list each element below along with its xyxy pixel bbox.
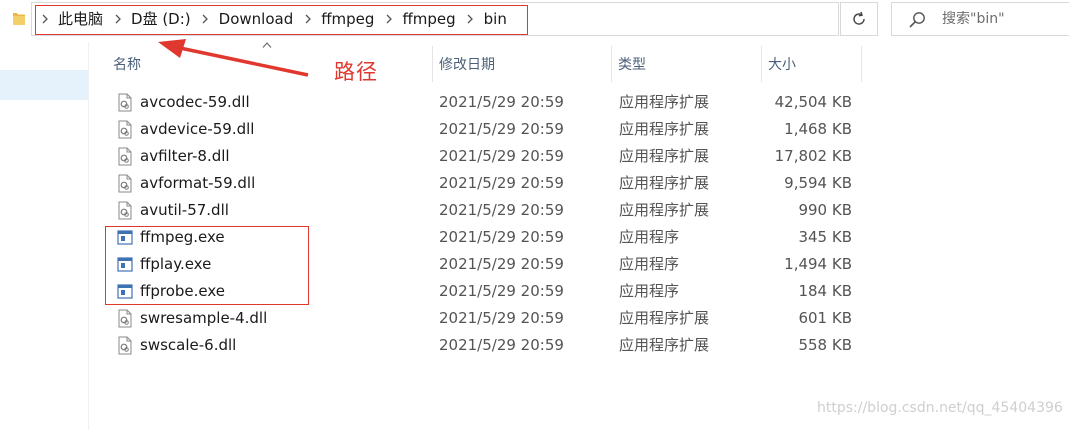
breadcrumb-item[interactable]: bin bbox=[478, 3, 515, 35]
file-size: 1,468 KB bbox=[784, 120, 852, 138]
file-row[interactable]: swscale-6.dll 2021/5/29 20:59 应用程序扩展 558 KB bbox=[106, 332, 866, 359]
file-size: 17,802 KB bbox=[774, 147, 852, 165]
chevron-right-icon[interactable] bbox=[38, 3, 52, 35]
file-name: avutil-57.dll bbox=[140, 201, 229, 219]
dll-file-icon bbox=[117, 309, 133, 328]
folder-icon bbox=[13, 13, 25, 25]
file-row[interactable]: ffprobe.exe 2021/5/29 20:59 应用程序 184 KB bbox=[106, 278, 866, 305]
nav-selected-item[interactable] bbox=[0, 70, 88, 100]
search-placeholder: 搜索"bin" bbox=[942, 11, 1005, 27]
file-date: 2021/5/29 20:59 bbox=[439, 309, 564, 327]
dll-file-icon bbox=[117, 120, 133, 139]
file-type: 应用程序扩展 bbox=[619, 120, 710, 138]
column-header-date[interactable]: 修改日期 bbox=[432, 50, 612, 80]
file-size: 990 KB bbox=[798, 201, 852, 219]
file-name: avformat-59.dll bbox=[140, 174, 256, 192]
file-row[interactable]: avdevice-59.dll 2021/5/29 20:59 应用程序扩展 1,46… bbox=[106, 116, 866, 143]
file-type: 应用程序 bbox=[619, 228, 680, 246]
chevron-right-icon[interactable] bbox=[199, 3, 213, 35]
file-row[interactable]: ffmpeg.exe 2021/5/29 20:59 应用程序 345 KB bbox=[106, 224, 866, 251]
file-name: ffmpeg.exe bbox=[140, 228, 225, 246]
address-toolbar: 此电脑 D盘 (D:) Download ffmpeg ffmpeg bin 搜… bbox=[0, 0, 1069, 42]
file-date: 2021/5/29 20:59 bbox=[439, 336, 564, 354]
file-row[interactable]: avcodec-59.dll 2021/5/29 20:59 应用程序扩展 42,50… bbox=[106, 89, 866, 116]
column-divider[interactable] bbox=[861, 46, 862, 82]
file-type: 应用程序扩展 bbox=[619, 147, 710, 165]
file-type: 应用程序扩展 bbox=[619, 336, 710, 354]
file-name: swresample-4.dll bbox=[140, 309, 268, 327]
breadcrumb-item[interactable]: 此电脑 bbox=[52, 3, 111, 35]
file-name: ffplay.exe bbox=[140, 255, 212, 273]
file-type: 应用程序扩展 bbox=[619, 93, 710, 111]
dll-file-icon bbox=[117, 336, 133, 355]
exe-file-icon bbox=[117, 282, 133, 301]
navigation-pane[interactable] bbox=[0, 42, 89, 430]
chevron-right-icon[interactable] bbox=[464, 3, 478, 35]
file-type: 应用程序 bbox=[619, 255, 680, 273]
exe-file-icon bbox=[117, 228, 133, 247]
file-date: 2021/5/29 20:59 bbox=[439, 255, 564, 273]
file-date: 2021/5/29 20:59 bbox=[439, 147, 564, 165]
file-date: 2021/5/29 20:59 bbox=[439, 93, 564, 111]
breadcrumb: 此电脑 D盘 (D:) Download ffmpeg ffmpeg bin bbox=[38, 3, 515, 35]
file-size: 601 KB bbox=[798, 309, 852, 327]
file-name: avcodec-59.dll bbox=[140, 93, 250, 111]
refresh-icon bbox=[853, 11, 865, 25]
file-type: 应用程序扩展 bbox=[619, 174, 710, 192]
breadcrumb-item[interactable]: ffmpeg bbox=[396, 3, 463, 35]
search-icon bbox=[909, 12, 925, 28]
file-type: 应用程序扩展 bbox=[619, 309, 710, 327]
file-row[interactable]: avfilter-8.dll 2021/5/29 20:59 应用程序扩展 17,80… bbox=[106, 143, 866, 170]
file-name: ffprobe.exe bbox=[140, 282, 225, 300]
file-row[interactable]: avformat-59.dll 2021/5/29 20:59 应用程序扩展 9,59… bbox=[106, 170, 866, 197]
file-size: 558 KB bbox=[798, 336, 852, 354]
file-name: avfilter-8.dll bbox=[140, 147, 230, 165]
file-date: 2021/5/29 20:59 bbox=[439, 201, 564, 219]
file-date: 2021/5/29 20:59 bbox=[439, 174, 564, 192]
watermark: https://blog.csdn.net/qq_45404396 bbox=[817, 400, 1063, 416]
dll-file-icon bbox=[117, 147, 133, 166]
annotation-label: 路径 bbox=[334, 60, 378, 84]
breadcrumb-item[interactable]: ffmpeg bbox=[315, 3, 382, 35]
file-name: swscale-6.dll bbox=[140, 336, 237, 354]
dll-file-icon bbox=[117, 201, 133, 220]
refresh-button[interactable] bbox=[840, 2, 878, 36]
file-type: 应用程序扩展 bbox=[619, 201, 710, 219]
dll-file-icon bbox=[117, 93, 133, 112]
file-type: 应用程序 bbox=[619, 282, 680, 300]
column-header-type[interactable]: 类型 bbox=[611, 50, 761, 80]
breadcrumb-item[interactable]: Download bbox=[213, 3, 302, 35]
red-arrow-icon bbox=[158, 39, 309, 77]
exe-file-icon bbox=[117, 255, 133, 274]
file-size: 42,504 KB bbox=[774, 93, 852, 111]
file-date: 2021/5/29 20:59 bbox=[439, 228, 564, 246]
breadcrumb-item[interactable]: D盘 (D:) bbox=[125, 3, 199, 35]
file-size: 345 KB bbox=[798, 228, 852, 246]
file-name: avdevice-59.dll bbox=[140, 120, 255, 138]
file-row[interactable]: ffplay.exe 2021/5/29 20:59 应用程序 1,494 KB bbox=[106, 251, 866, 278]
file-row[interactable]: swresample-4.dll 2021/5/29 20:59 应用程序扩展 601… bbox=[106, 305, 866, 332]
file-size: 1,494 KB bbox=[784, 255, 852, 273]
dll-file-icon bbox=[117, 174, 133, 193]
file-date: 2021/5/29 20:59 bbox=[439, 282, 564, 300]
chevron-right-icon[interactable] bbox=[301, 3, 315, 35]
chevron-right-icon[interactable] bbox=[382, 3, 396, 35]
file-size: 184 KB bbox=[798, 282, 852, 300]
file-size: 9,594 KB bbox=[784, 174, 852, 192]
chevron-right-icon[interactable] bbox=[111, 3, 125, 35]
search-input[interactable]: 搜索"bin" bbox=[891, 2, 1069, 36]
address-bar[interactable]: 此电脑 D盘 (D:) Download ffmpeg ffmpeg bin bbox=[31, 2, 857, 36]
column-header-size[interactable]: 大小 bbox=[761, 50, 861, 80]
file-date: 2021/5/29 20:59 bbox=[439, 120, 564, 138]
file-row[interactable]: avutil-57.dll 2021/5/29 20:59 应用程序扩展 990 KB bbox=[106, 197, 866, 224]
